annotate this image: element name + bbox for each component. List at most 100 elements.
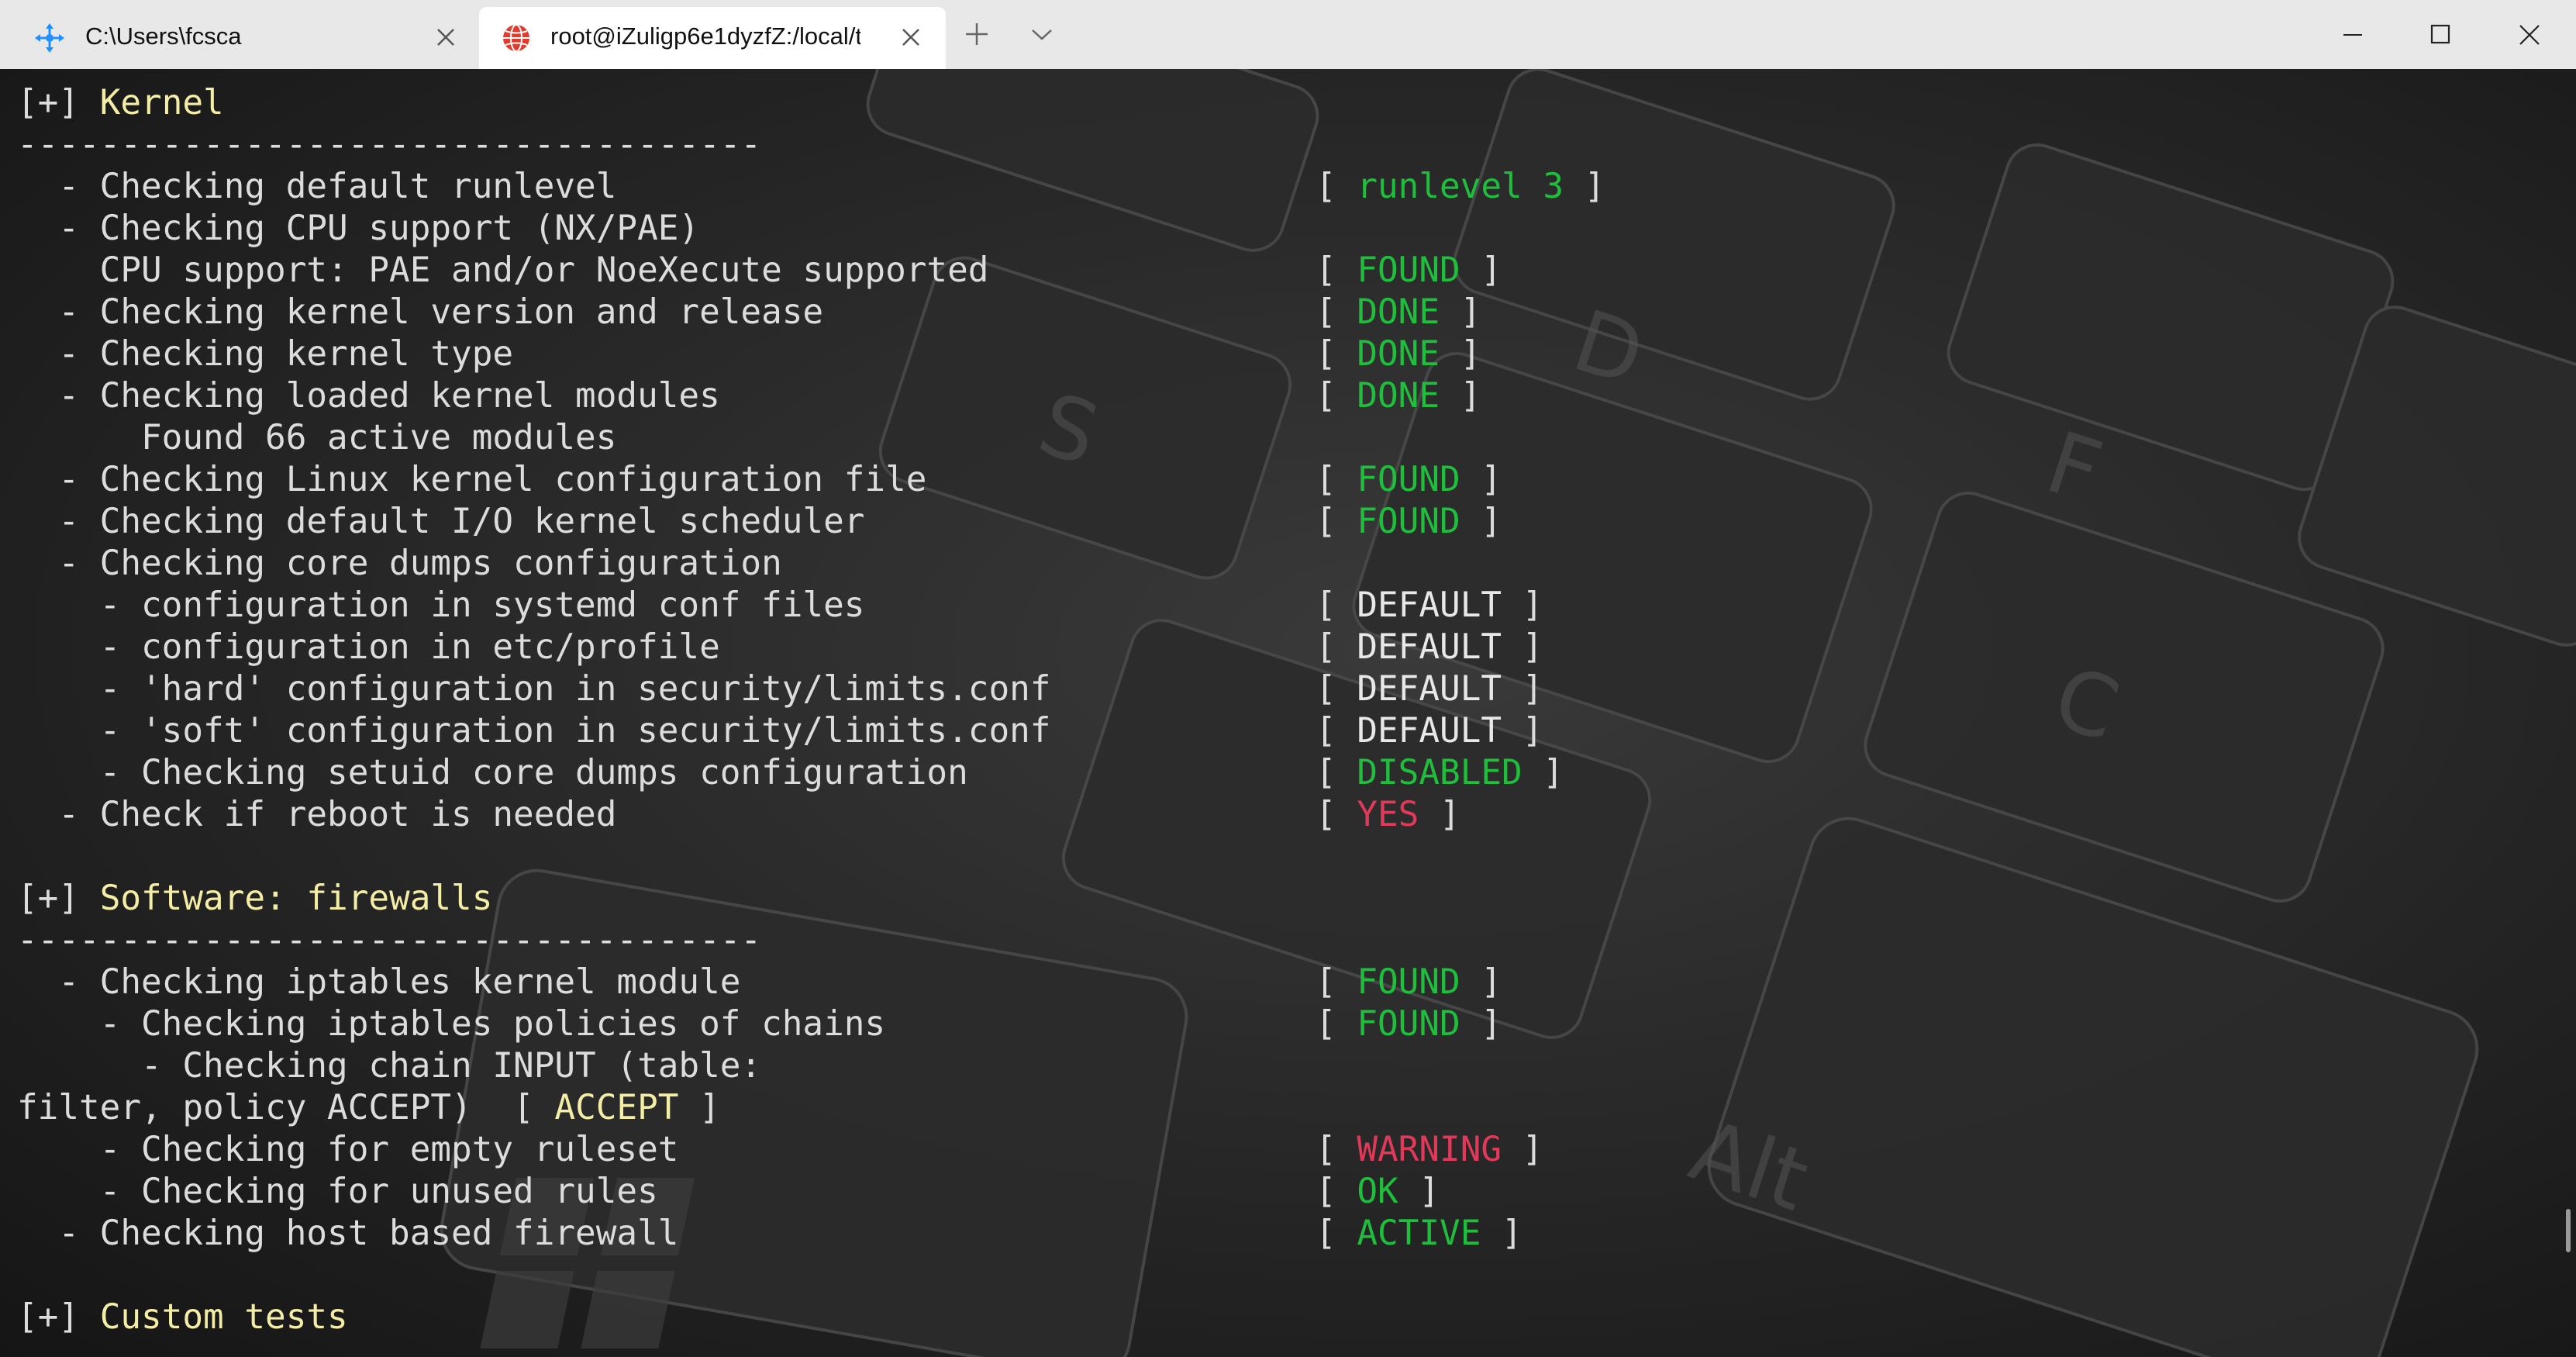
terminal-line: - Checking kernel version and release [ D… <box>17 292 1481 333</box>
status-badge: [ DEFAULT ] <box>1316 585 1543 627</box>
terminal-line: - Checking CPU support (NX/PAE) <box>17 208 1050 250</box>
terminal-line: [+] Kernel <box>17 82 1050 124</box>
close-window-icon[interactable] <box>2485 0 2572 69</box>
scrollbar-thumb[interactable] <box>2566 1209 2571 1252</box>
check-text: - configuration in etc/profile <box>17 627 720 667</box>
status-bracket-close: ] <box>1502 1130 1543 1169</box>
check-text: - configuration in systemd conf files <box>17 585 865 625</box>
status-badge: [ DEFAULT ] <box>1316 668 1543 710</box>
status-bracket-open: [ <box>1316 669 1357 709</box>
title-bar: C:\Users\fcsca root@iZuligp6e1dyzfZ:/loc… <box>0 0 2576 69</box>
status-badge: [ DISABLED ] <box>1316 752 1564 794</box>
plus-icon[interactable] <box>955 12 998 56</box>
tab-ssh[interactable]: root@iZuligp6e1dyzfZ:/local/too <box>479 7 946 69</box>
status-bracket-close: ] <box>1440 334 1481 374</box>
terminal-line: - Checking default I/O kernel scheduler [… <box>17 501 1502 543</box>
section-header: Custom tests <box>99 1297 348 1337</box>
status-bracket-close: ] <box>1398 1172 1440 1211</box>
status-bracket-open: [ <box>1316 1004 1357 1044</box>
terminal-line: - Checking for unused rules [ OK ] <box>17 1171 1440 1213</box>
check-text: - Checking iptables policies of chains <box>17 1004 886 1044</box>
check-text: - Checking CPU support (NX/PAE) <box>17 209 700 248</box>
status-bracket-close: ] <box>1564 167 1605 206</box>
status-badge: [ DEFAULT ] <box>1316 627 1543 668</box>
section-header: Software: firewalls <box>99 879 493 918</box>
chevron-down-icon[interactable] <box>1020 12 1064 56</box>
status-badge: [ DONE ] <box>1316 375 1481 417</box>
status-value: DONE <box>1357 376 1440 416</box>
status-badge: [ DEFAULT ] <box>1316 710 1543 752</box>
status-bracket-open: [ <box>1316 627 1357 667</box>
terminal-line: - Check if reboot is needed [ YES ] <box>17 794 1460 836</box>
status-badge: [ OK ] <box>1316 1171 1440 1213</box>
status-bracket-close: ] <box>1460 502 1502 541</box>
status-bracket-close: ] <box>1502 669 1543 709</box>
tab-title: root@iZuligp6e1dyzfZ:/local/too <box>550 22 860 50</box>
terminal-line: - Checking default runlevel [ runlevel 3 … <box>17 166 1605 208</box>
check-text: - Checking default runlevel <box>17 167 617 206</box>
status-badge: [ FOUND ] <box>1316 1003 1502 1045</box>
terminal-line: - Checking for empty ruleset [ WARNING ] <box>17 1129 1543 1171</box>
check-text: - 'soft' configuration in security/limit… <box>17 711 1051 751</box>
status-bracket-open: [ <box>1316 1130 1357 1169</box>
status-value: DEFAULT <box>1357 669 1502 709</box>
check-text: - Check if reboot is needed <box>17 795 617 834</box>
status-bracket-open: [ <box>1316 711 1357 751</box>
terminal-line: ------------------------------------ <box>17 920 1050 962</box>
status-bracket-close: ] <box>1460 460 1502 499</box>
terminal-line: [+] Software: firewalls <box>17 878 1050 920</box>
maximize-icon[interactable] <box>2397 0 2484 69</box>
check-text: - Checking Linux kernel configuration fi… <box>17 460 927 499</box>
status-value: FOUND <box>1357 502 1460 541</box>
status-value: DEFAULT <box>1357 585 1502 625</box>
terminal-line: Found 66 active modules <box>17 417 1050 459</box>
close-tab-icon[interactable] <box>896 22 926 52</box>
section-prefix: [+] <box>17 1297 100 1337</box>
check-text: - Checking default I/O kernel scheduler <box>17 502 865 541</box>
status-bracket-open: [ <box>1316 585 1357 625</box>
check-text: CPU support: PAE and/or NoeXecute suppor… <box>17 250 989 290</box>
status-value: FOUND <box>1357 250 1460 290</box>
check-text: - Checking chain INPUT (table: <box>17 1046 762 1086</box>
status-bracket-open: [ <box>1316 376 1357 416</box>
status-bracket-open: [ <box>1316 460 1357 499</box>
tab-cmd[interactable]: C:\Users\fcsca <box>0 7 478 69</box>
network-icon <box>35 23 64 53</box>
check-text: - Checking loaded kernel modules <box>17 376 720 416</box>
section-prefix: [+] <box>17 879 100 918</box>
close-tab-icon[interactable] <box>431 22 460 52</box>
globe-icon <box>503 24 529 52</box>
status-bracket-close: ] <box>1460 1004 1502 1044</box>
terminal-line: - Checking loaded kernel modules [ DONE ] <box>17 375 1481 417</box>
terminal-output: [+] Kernel ------------------------------… <box>17 82 1605 1338</box>
terminal-line: - Checking iptables kernel module [ FOUND… <box>17 962 1502 1003</box>
status-bracket-open: [ <box>1316 962 1357 1002</box>
terminal-line: CPU support: PAE and/or NoeXecute suppor… <box>17 250 1502 292</box>
status-bracket-open: [ <box>1316 334 1357 374</box>
terminal-line: - Checking setuid core dumps configurati… <box>17 752 1564 794</box>
status-bracket-close: ] <box>678 1088 720 1127</box>
status-value: OK <box>1357 1172 1398 1211</box>
check-text: - 'hard' configuration in security/limit… <box>17 669 1051 709</box>
terminal-line: ------------------------------------ <box>17 124 1050 166</box>
terminal-line: - Checking host based firewall [ ACTIVE ] <box>17 1213 1522 1255</box>
status-value: FOUND <box>1357 1004 1460 1044</box>
minimize-icon[interactable] <box>2309 0 2395 69</box>
status-badge: [ DONE ] <box>1316 292 1481 333</box>
status-bracket-close: ] <box>1419 795 1460 834</box>
status-bracket-close: ] <box>1440 292 1481 332</box>
status-bracket-open: [ <box>1316 292 1357 332</box>
status-bracket-close: ] <box>1522 753 1564 792</box>
check-text: filter, policy ACCEPT) [ <box>17 1088 555 1127</box>
status-badge: [ WARNING ] <box>1316 1129 1543 1171</box>
check-text: - Checking for empty ruleset <box>17 1130 679 1169</box>
check-text: - Checking kernel type <box>17 334 514 374</box>
section-header: Kernel <box>99 83 224 123</box>
status-badge: [ YES ] <box>1316 794 1460 836</box>
status-bracket-open: [ <box>1316 1214 1357 1253</box>
terminal-pane[interactable]: S D F C Alt [+] Kernel ------------------… <box>0 69 2576 1357</box>
terminal-line: - Checking Linux kernel configuration fi… <box>17 459 1502 501</box>
status-bracket-open: [ <box>1316 795 1357 834</box>
status-value: DEFAULT <box>1357 627 1502 667</box>
